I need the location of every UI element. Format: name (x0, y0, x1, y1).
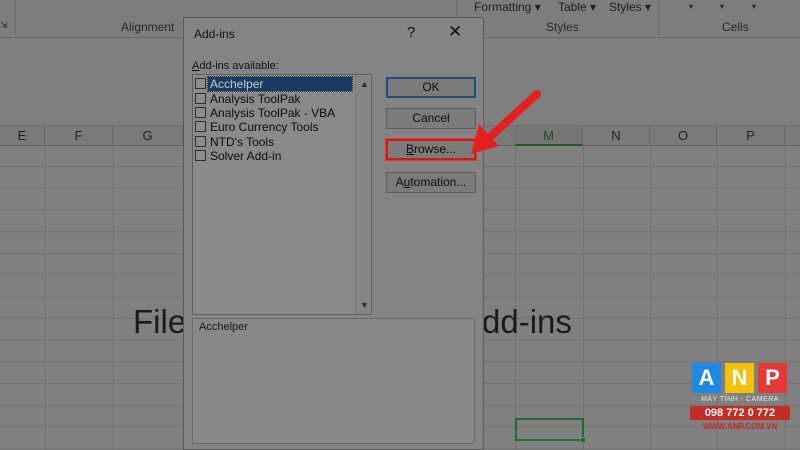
checkbox[interactable] (195, 121, 206, 132)
column-header-o[interactable]: O (650, 126, 717, 146)
add-ins-dialog: Add-ins ? ✕ Add-ins available: Acchelper… (183, 17, 484, 450)
browse-button[interactable]: Browse... (385, 138, 477, 161)
list-item[interactable]: Analysis ToolPak - VBA (195, 106, 355, 120)
column-header-p[interactable]: P (717, 126, 785, 146)
red-arrow-icon (471, 90, 541, 154)
list-item-label: Solver Add-in (210, 149, 282, 163)
description-box: Acchelper (192, 318, 475, 444)
format-dropdown-icon[interactable]: ▾ (752, 2, 756, 11)
checkbox[interactable] (195, 136, 206, 147)
gridline (45, 146, 46, 450)
checkbox[interactable] (195, 107, 206, 118)
gridline (583, 146, 584, 450)
list-item[interactable]: NTD's Tools (195, 135, 355, 149)
logo-website: WWW.ANP.COM.VN (702, 422, 778, 431)
selected-cell[interactable] (515, 418, 584, 441)
ribbon-separator (15, 0, 16, 36)
delete-dropdown-icon[interactable]: ▾ (720, 2, 724, 11)
ribbon-separator (658, 0, 659, 36)
insert-dropdown-icon[interactable]: ▾ (689, 2, 693, 11)
logo-letter-a: A (692, 363, 721, 393)
list-item-label: Acchelper (207, 76, 353, 92)
column-header-f[interactable]: F (45, 126, 113, 146)
add-ins-available-label: Add-ins available: (192, 60, 279, 72)
logo-phone: 098 772 0 772 (690, 406, 790, 420)
logo-subtitle: MÁY TÍNH - CAMERA (701, 396, 779, 403)
automation-button[interactable]: Automation... (386, 172, 476, 193)
format-as-table-button[interactable]: Table ▾ (558, 0, 596, 14)
list-item[interactable]: Acchelper (195, 76, 355, 92)
list-scrollbar[interactable]: ▲ ▼ (355, 75, 371, 314)
fill-handle[interactable] (580, 437, 586, 443)
ok-button[interactable]: OK (386, 77, 476, 98)
close-icon[interactable]: ✕ (448, 22, 462, 42)
column-header-e[interactable]: E (0, 126, 45, 146)
checkbox[interactable] (195, 93, 206, 104)
list-item-label: Analysis ToolPak - VBA (210, 106, 336, 120)
checkbox[interactable] (195, 150, 206, 161)
font-dialog-launcher-icon[interactable]: ⇲ (0, 20, 8, 31)
gridline (650, 146, 651, 450)
caption-text-left: File (133, 303, 187, 340)
cells-group-label: Cells (722, 20, 749, 34)
list-item-label: Euro Currency Tools (210, 120, 319, 134)
list-item[interactable]: Analysis ToolPak (195, 92, 355, 106)
logo-letter-n: N (725, 363, 754, 393)
add-ins-list[interactable]: Acchelper Analysis ToolPak Analysis Tool… (192, 74, 372, 315)
column-header-n[interactable]: N (583, 126, 650, 146)
conditional-formatting-button[interactable]: Formatting ▾ (474, 0, 541, 14)
alignment-group-label: Alignment (121, 20, 175, 34)
anp-logo: A N P MÁY TÍNH - CAMERA 098 772 0 772 WW… (690, 363, 790, 443)
checkbox[interactable] (195, 78, 206, 89)
automation-button-text: tomation... (410, 175, 467, 189)
gridline (515, 146, 516, 450)
list-item[interactable]: Euro Currency Tools (195, 120, 355, 134)
scroll-down-icon[interactable]: ▼ (360, 300, 369, 310)
caption-text-right: dd-ins (482, 303, 572, 340)
scroll-up-icon[interactable]: ▲ (360, 79, 369, 89)
list-item-label: Analysis ToolPak (210, 92, 301, 106)
description-text: Acchelper (199, 321, 248, 333)
cancel-button[interactable]: Cancel (386, 108, 476, 129)
gridline (113, 146, 114, 450)
column-header-g[interactable]: G (113, 126, 183, 146)
cell-styles-button[interactable]: Styles ▾ (609, 0, 651, 14)
list-item[interactable]: Solver Add-in (195, 149, 355, 163)
browse-button-text: rowse... (414, 142, 457, 156)
list-item-label: NTD's Tools (210, 135, 275, 149)
logo-letter-p: P (758, 363, 787, 393)
dialog-title: Add-ins (194, 27, 235, 41)
add-ins-available-text: dd-ins available: (199, 60, 279, 72)
help-button[interactable]: ? (407, 24, 415, 41)
styles-group-label: Styles (546, 20, 579, 34)
